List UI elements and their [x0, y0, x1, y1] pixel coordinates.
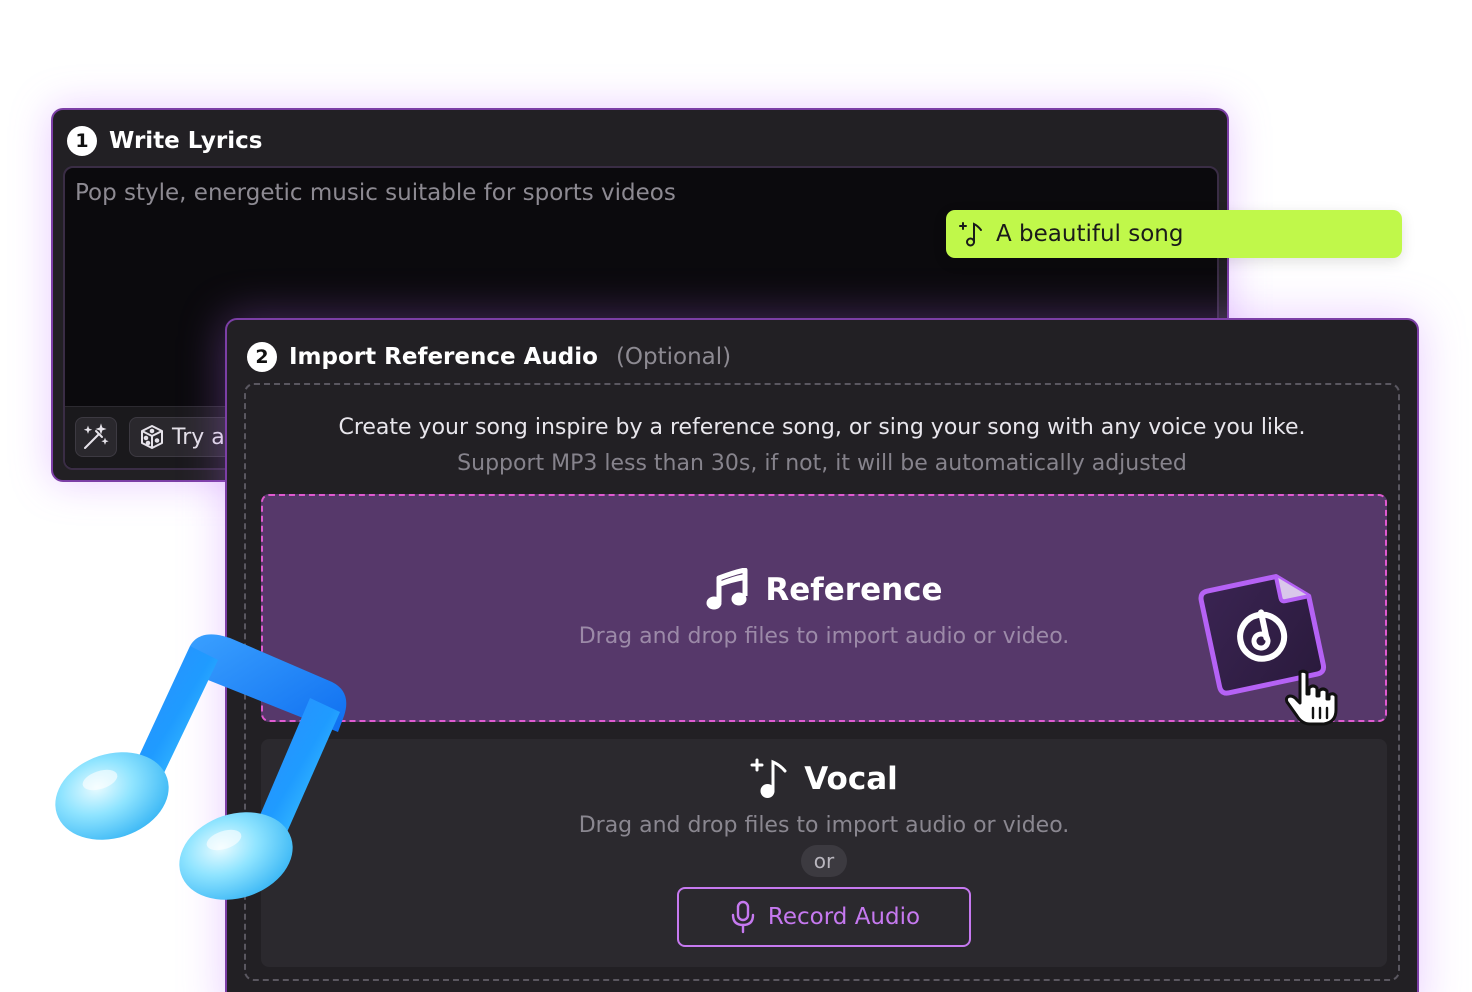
step-badge-2: 2 [247, 342, 277, 372]
vocal-title: Vocal [804, 761, 898, 797]
magic-wand-icon [83, 423, 109, 449]
microphone-icon [731, 900, 755, 934]
step-badge-1: 1 [67, 126, 97, 156]
pointer-hand-icon [1284, 669, 1338, 726]
dice-icon [141, 425, 163, 449]
music-note-3d-icon [55, 634, 347, 900]
music-spark-icon [959, 222, 982, 247]
import-description: Create your song inspire by a reference … [338, 415, 1306, 440]
write-lyrics-header: 1 Write Lyrics [67, 126, 262, 156]
write-lyrics-title: Write Lyrics [109, 128, 263, 154]
reference-title: Reference [765, 572, 943, 608]
import-sub-description: Support MP3 less than 30s, if not, it wi… [457, 451, 1187, 476]
suggestion-chip[interactable]: A beautiful song [946, 210, 1402, 258]
record-audio-label: Record Audio [767, 904, 921, 930]
import-audio-title: Import Reference Audio [289, 344, 598, 370]
import-audio-header: 2 Import Reference Audio (Optional) [247, 342, 731, 372]
music-note-icon [706, 568, 748, 610]
or-badge: or [801, 845, 847, 877]
try-label: Try a [172, 424, 225, 450]
magic-button[interactable] [75, 417, 117, 457]
optional-label: (Optional) [615, 344, 732, 370]
vocal-icon [750, 758, 787, 798]
vocal-hint: Drag and drop files to import audio or v… [578, 813, 1070, 838]
vocal-drop-zone[interactable]: Vocal Drag and drop files to import audi… [261, 739, 1387, 967]
record-audio-button[interactable]: Record Audio [677, 887, 971, 947]
vocal-header: Vocal [261, 757, 1387, 801]
suggestion-chip-text: A beautiful song [996, 221, 1184, 247]
lyrics-input[interactable] [75, 180, 975, 206]
